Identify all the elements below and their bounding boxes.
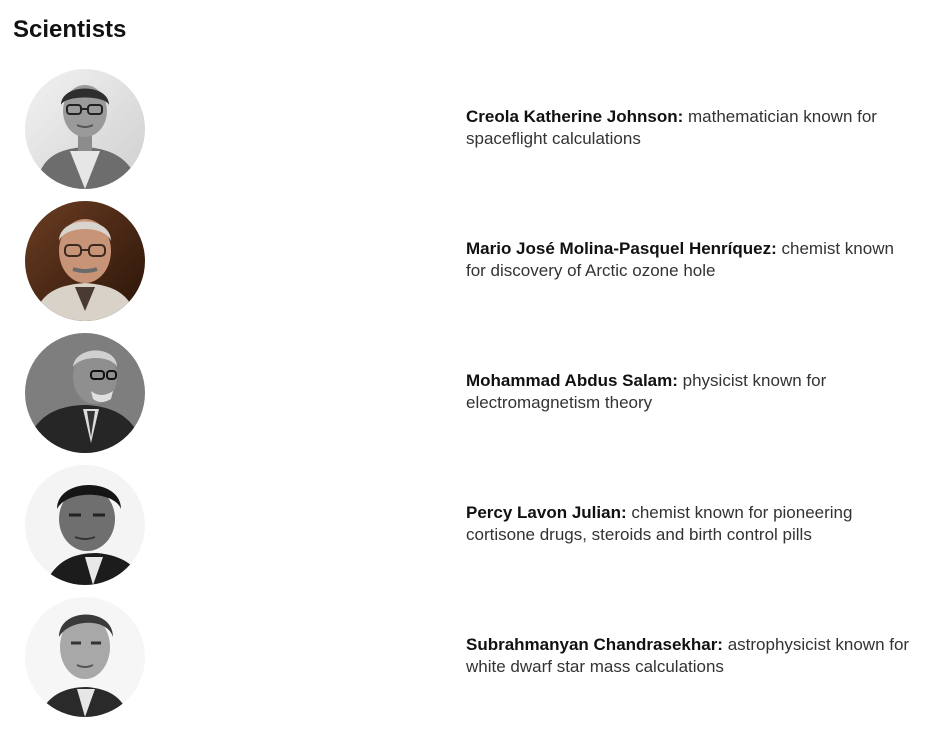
scientist-name: Mario José Molina-Pasquel Henríquez: — [466, 239, 777, 258]
scientist-name: Mohammad Abdus Salam: — [466, 371, 678, 390]
avatar — [25, 333, 145, 453]
list-item: Mohammad Abdus Salam: physicist known fo… — [0, 333, 933, 455]
list-item: Creola Katherine Johnson: mathematician … — [0, 69, 933, 191]
portrait-image — [25, 597, 145, 717]
portrait-image — [25, 201, 145, 321]
scientist-list: Creola Katherine Johnson: mathematician … — [0, 0, 933, 732]
avatar — [25, 465, 145, 585]
scientist-name: Subrahmanyan Chandrasekhar: — [466, 635, 723, 654]
scientist-name: Creola Katherine Johnson: — [466, 107, 684, 126]
list-item: Percy Lavon Julian: chemist known for pi… — [0, 465, 933, 587]
avatar — [25, 69, 145, 189]
scientist-description: Percy Lavon Julian: chemist known for pi… — [466, 502, 916, 546]
avatar — [25, 597, 145, 717]
scientist-description: Subrahmanyan Chandrasekhar: astrophysici… — [466, 634, 916, 678]
avatar — [25, 201, 145, 321]
portrait-image — [25, 69, 145, 189]
scientist-description: Creola Katherine Johnson: mathematician … — [466, 106, 916, 150]
scientist-description: Mohammad Abdus Salam: physicist known fo… — [466, 370, 916, 414]
portrait-image — [25, 465, 145, 585]
portrait-image — [25, 333, 145, 453]
list-item: Subrahmanyan Chandrasekhar: astrophysici… — [0, 597, 933, 719]
scientist-description: Mario José Molina-Pasquel Henríquez: che… — [466, 238, 916, 282]
scientist-name: Percy Lavon Julian: — [466, 503, 627, 522]
list-item: Mario José Molina-Pasquel Henríquez: che… — [0, 201, 933, 323]
